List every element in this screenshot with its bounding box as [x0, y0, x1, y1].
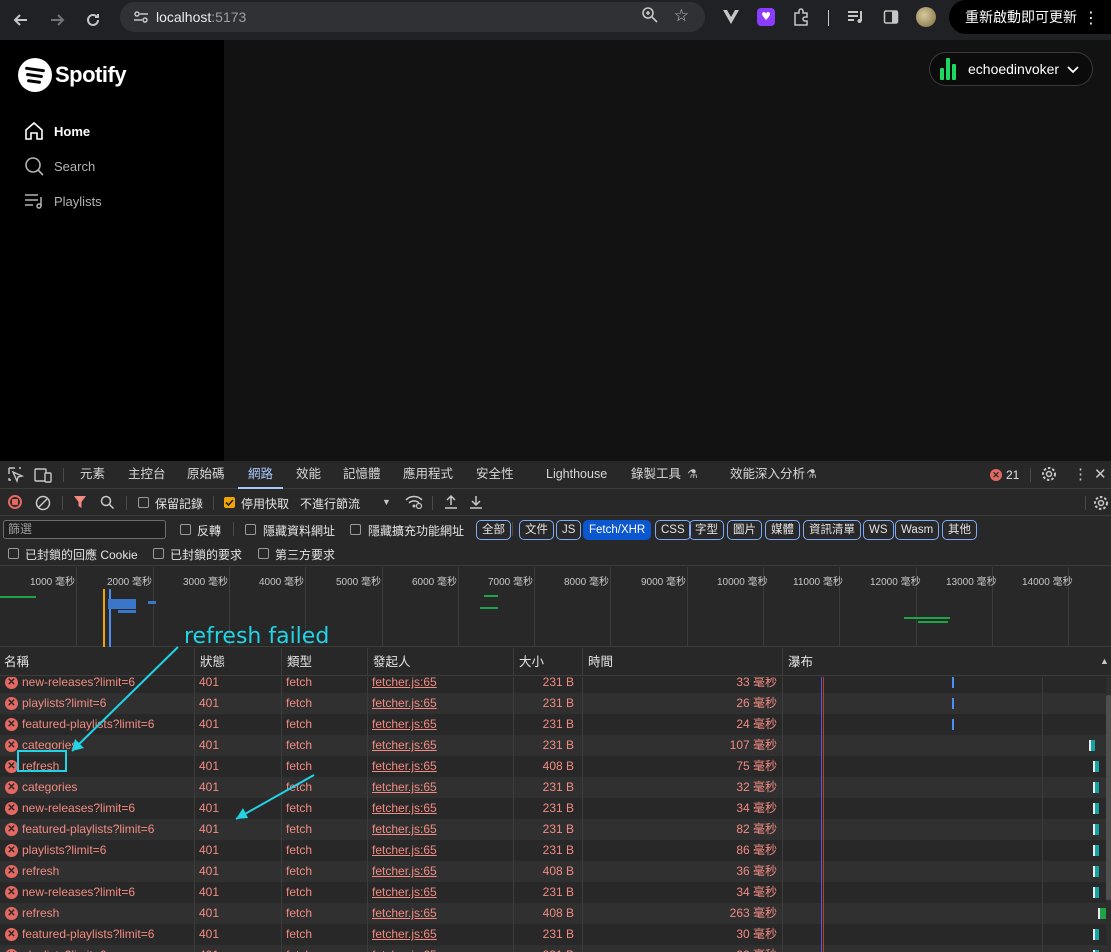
- annotation-arrow: [71, 646, 179, 752]
- annotation-arrow: [235, 774, 315, 820]
- annotation-overlay: [17, 646, 315, 820]
- annotation-highlight-box: [17, 750, 67, 772]
